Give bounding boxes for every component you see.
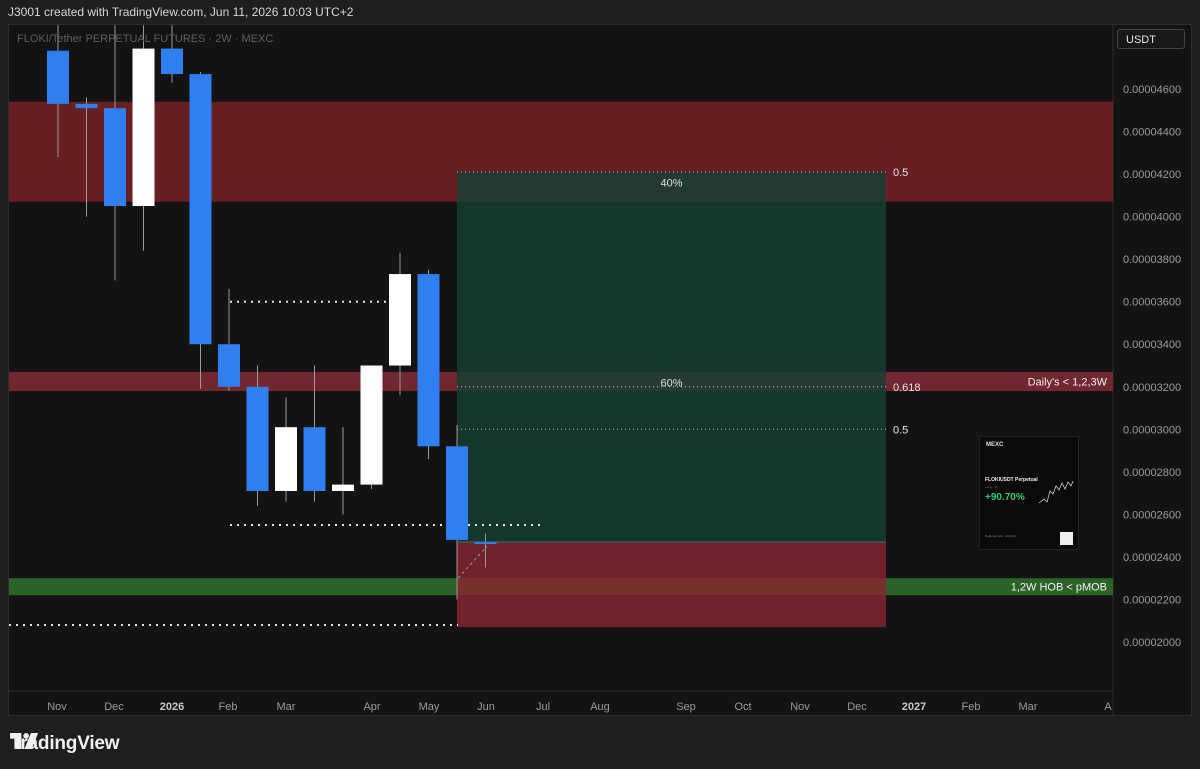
zone-label-0: Daily's < 1,2,3W	[1028, 376, 1108, 388]
candle-body	[474, 542, 497, 545]
attribution-bar: J3001 created with TradingView.com, Jun …	[0, 0, 1200, 24]
candle-body	[360, 365, 383, 485]
zone-label-1: 1,2W HOB < pMOB	[1011, 582, 1107, 594]
candle-body	[303, 427, 326, 491]
promo-pnl: +90.70%	[985, 492, 1025, 503]
x-tick-label: Feb	[219, 701, 238, 713]
y-tick-label: 0.00003200	[1123, 382, 1181, 394]
candle	[417, 269, 440, 460]
y-tick-label: 0.00004200	[1123, 169, 1181, 181]
candle	[360, 365, 383, 489]
x-tick-label: Feb	[962, 701, 981, 713]
position-label-0: 40%	[660, 178, 682, 190]
candle	[104, 25, 126, 281]
x-tick-label: Mar	[277, 701, 296, 713]
candle-body	[417, 274, 440, 447]
candle	[132, 25, 155, 251]
x-tick-label: Jun	[477, 701, 495, 713]
attribution-text: J3001 created with TradingView.com, Jun …	[8, 5, 354, 19]
candle-body	[104, 108, 126, 206]
candle-body	[218, 344, 240, 387]
y-tick-label: 0.00003000	[1123, 424, 1181, 436]
y-tick-label: 0.00004000	[1123, 212, 1181, 224]
candle-body	[446, 446, 468, 540]
position-stop-zone	[457, 542, 886, 628]
y-tick-label: 0.00002600	[1123, 509, 1181, 521]
x-tick-label: Nov	[47, 701, 67, 713]
tradingview-logo[interactable]: TradingView	[10, 733, 120, 755]
candle-body	[389, 274, 411, 366]
x-tick-label: 2027	[902, 701, 926, 713]
y-tick-label: 0.00002000	[1123, 637, 1181, 649]
candle-body	[332, 484, 354, 491]
y-tick-label: 0.00003600	[1123, 297, 1181, 309]
promo-subtext	[986, 450, 1070, 453]
promo-brand: MEXC	[986, 442, 1004, 448]
y-tick-label: 0.00002400	[1123, 552, 1181, 564]
y-tick-label: 0.00004400	[1123, 127, 1181, 139]
x-tick-label: A	[1104, 701, 1112, 713]
candle	[218, 288, 240, 392]
x-tick-label: Jul	[536, 701, 550, 713]
x-tick-label: Mar	[1019, 701, 1038, 713]
x-tick-label: Apr	[363, 701, 380, 713]
qr-code-icon	[1060, 532, 1073, 545]
x-tick-label: Sep	[676, 701, 696, 713]
x-tick-label: 2026	[160, 701, 184, 713]
promo-referral: Referral code: 12CPp3	[985, 534, 1016, 538]
y-tick-label: 0.00002200	[1123, 594, 1181, 606]
x-tick-label: May	[419, 701, 440, 713]
candle-body	[132, 48, 155, 206]
promo-pair: FLOKIUSDT Perpetual	[985, 477, 1038, 483]
position-label-1: 60%	[660, 378, 682, 390]
y-tick-label: 0.00003400	[1123, 339, 1181, 351]
y-tick-label: 0.00003800	[1123, 254, 1181, 266]
footer: TradingView	[0, 716, 1200, 769]
candle-body	[275, 427, 297, 491]
candle	[332, 427, 354, 515]
candlestick-chart[interactable]: 40% 60% 0.5 0.618 0.5 Daily's < 1,2,3W 1,2W HO…	[9, 25, 1192, 716]
promo-card: MEXC FLOKIUSDT Perpetual Long · 1X +90.7…	[979, 436, 1079, 550]
tradingview-logo-icon	[10, 733, 39, 749]
chart-area[interactable]: 40% 60% 0.5 0.618 0.5 Daily's < 1,2,3W 1,2W HO…	[8, 24, 1192, 716]
mini-chart-icon	[1038, 480, 1074, 504]
candle	[189, 71, 212, 389]
x-tick-label: Dec	[104, 701, 124, 713]
y-tick-label: 0.00004600	[1123, 84, 1181, 96]
fib-label-1: 0.618	[893, 382, 921, 394]
fib-label-0: 0.5	[893, 167, 908, 179]
symbol-title: FLOKI/Tether PERPETUAL FUTURES · 2W · ME…	[17, 33, 274, 45]
x-tick-label: Nov	[790, 701, 810, 713]
promo-mode: Long · 1X	[985, 485, 999, 489]
candle-body	[246, 386, 269, 491]
position-target-zone	[457, 171, 886, 543]
x-tick-label: Dec	[847, 701, 867, 713]
candle-body	[75, 103, 98, 109]
candle-body	[47, 50, 69, 104]
candle-body	[189, 74, 212, 345]
fib-label-2: 0.5	[893, 424, 908, 436]
candle-body	[161, 48, 183, 75]
currency-selector[interactable]: USDT	[1117, 29, 1185, 49]
candle	[275, 397, 297, 502]
x-tick-label: Oct	[734, 701, 751, 713]
x-tick-label: Aug	[590, 701, 610, 713]
y-tick-label: 0.00002800	[1123, 467, 1181, 479]
